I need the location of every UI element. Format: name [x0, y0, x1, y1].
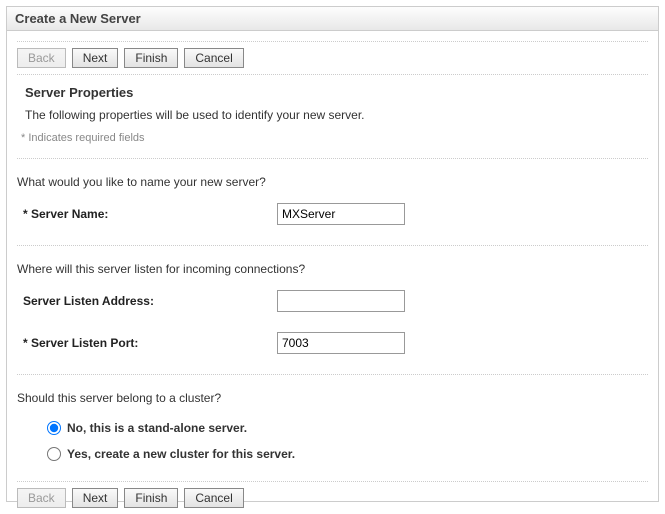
listen-port-label: * Server Listen Port:	[17, 336, 277, 350]
question-listen: Where will this server listen for incomi…	[17, 250, 648, 286]
listen-address-input[interactable]	[277, 290, 405, 312]
back-button[interactable]: Back	[17, 48, 66, 68]
cluster-option-yes[interactable]: Yes, create a new cluster for this serve…	[17, 441, 648, 467]
window-title: Create a New Server	[7, 7, 658, 31]
finish-button-bottom[interactable]: Finish	[124, 488, 178, 508]
server-name-input[interactable]	[277, 203, 405, 225]
button-row-bottom: Back Next Finish Cancel	[17, 481, 648, 514]
cluster-option-no[interactable]: No, this is a stand-alone server.	[17, 415, 648, 441]
cancel-button[interactable]: Cancel	[184, 48, 243, 68]
listen-address-label: Server Listen Address:	[17, 294, 277, 308]
section-heading: Server Properties	[17, 75, 648, 104]
question-cluster: Should this server belong to a cluster?	[17, 379, 648, 415]
cluster-radio-yes[interactable]	[47, 447, 61, 461]
back-button-bottom[interactable]: Back	[17, 488, 66, 508]
cluster-yes-label: Yes, create a new cluster for this serve…	[67, 447, 295, 461]
wizard-panel: Create a New Server Back Next Finish Can…	[6, 6, 659, 502]
cluster-radio-no[interactable]	[47, 421, 61, 435]
separator	[17, 158, 648, 159]
separator	[17, 374, 648, 375]
server-name-label: * Server Name:	[17, 207, 277, 221]
next-button-bottom[interactable]: Next	[72, 488, 119, 508]
next-button[interactable]: Next	[72, 48, 119, 68]
section-description: The following properties will be used to…	[17, 104, 648, 128]
finish-button[interactable]: Finish	[124, 48, 178, 68]
field-row-listen-address: Server Listen Address:	[17, 286, 648, 328]
button-row-top: Back Next Finish Cancel	[17, 41, 648, 75]
field-row-listen-port: * Server Listen Port:	[17, 328, 648, 370]
listen-port-input[interactable]	[277, 332, 405, 354]
cluster-no-label: No, this is a stand-alone server.	[67, 421, 247, 435]
cancel-button-bottom[interactable]: Cancel	[184, 488, 243, 508]
required-note: * Indicates required fields	[17, 128, 648, 154]
question-name: What would you like to name your new ser…	[17, 163, 648, 199]
field-row-server-name: * Server Name:	[17, 199, 648, 241]
wizard-content: Back Next Finish Cancel Server Propertie…	[7, 31, 658, 514]
separator	[17, 245, 648, 246]
